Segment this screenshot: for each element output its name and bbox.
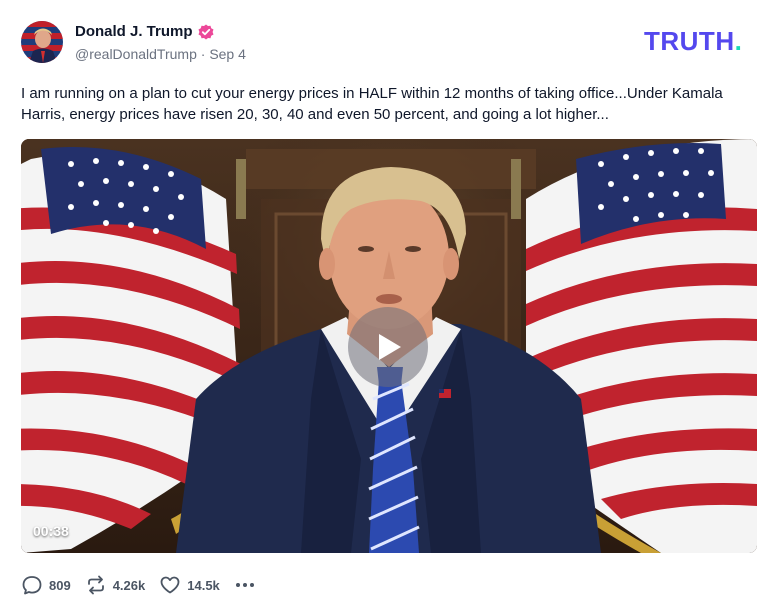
truth-logo[interactable]: TRUTH. [644,26,758,56]
avatar[interactable] [21,21,63,63]
truth-post: Donald J. Trump @realDonaldTrump · Sep 4… [0,0,778,615]
play-icon [379,334,401,360]
author-name[interactable]: Donald J. Trump [75,23,214,40]
heart-icon [160,576,180,594]
retruth-button[interactable]: 4.26k [85,574,146,596]
more-button[interactable] [234,574,256,596]
author-handle[interactable]: @realDonaldTrump [75,46,197,62]
play-button[interactable] [348,307,428,387]
retruth-count: 4.26k [112,577,146,593]
like-button[interactable]: 14.5k [159,574,220,596]
author-name-text[interactable]: Donald J. Trump [75,23,193,40]
like-count: 14.5k [187,577,220,593]
more-icon [235,583,254,587]
post-actions: 809 4.26k 14.5k [21,573,270,597]
verified-badge-icon [198,24,214,40]
truth-logo-text: TRUTH. [644,28,742,54]
author-meta: @realDonaldTrump · Sep 4 [75,46,246,62]
reply-icon [22,576,42,595]
meta-separator: · [200,46,206,62]
post-text: I am running on a plan to cut your energ… [21,85,723,123]
reply-button[interactable]: 809 [21,574,71,596]
retruth-icon [87,575,104,595]
video-player[interactable]: 00:38 [21,139,757,553]
post-date[interactable]: Sep 4 [209,46,246,62]
video-duration: 00:38 [33,523,69,539]
reply-count: 809 [49,577,71,593]
